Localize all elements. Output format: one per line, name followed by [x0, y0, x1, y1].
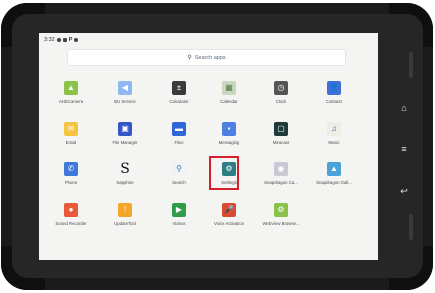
update-tool-icon: !: [118, 203, 132, 217]
app-voice-activation[interactable]: 🎤 Voice Activation: [206, 203, 252, 237]
app-label: WebView Browse...: [262, 221, 300, 226]
app-label: Sapphire: [116, 180, 134, 185]
app-files[interactable]: ▬ Files: [156, 122, 202, 156]
app-clock[interactable]: ◷ Clock: [258, 81, 304, 115]
app-drawer-screen: 3:32 P ⚲ Search apps ▲ AHDCamera ◀ BU Servi…: [39, 33, 378, 260]
email-icon: ✉: [64, 122, 78, 136]
app-contacts[interactable]: 👤 Contacts: [311, 81, 357, 115]
webview-browser-icon: ⚙: [274, 203, 288, 217]
search-placeholder: Search apps: [194, 54, 226, 61]
messaging-icon: ▪: [222, 122, 236, 136]
notification-icon: [62, 37, 67, 42]
app-snapdragon-ca[interactable]: ◉ Snapdragon Ca...: [258, 162, 304, 196]
app-calendar[interactable]: ▦ Calendar: [206, 81, 252, 115]
menu-nav-icon[interactable]: ≡: [398, 144, 410, 154]
status-time: 3:32: [44, 36, 55, 43]
videos-icon: ▶: [172, 203, 186, 217]
settings-highlight-box: [209, 156, 239, 190]
voice-activation-icon: 🎤: [222, 203, 236, 217]
app-label: Calculator: [169, 99, 189, 104]
search-icon: ⚲: [172, 162, 186, 176]
app-calculator[interactable]: ± Calculator: [156, 81, 202, 115]
phone-icon: ✆: [64, 162, 78, 176]
app-videos[interactable]: ▶ Videos: [156, 203, 202, 237]
clock-icon: ◷: [274, 81, 288, 95]
status-bar: 3:32 P: [44, 35, 79, 44]
app-miracast[interactable]: ▢ Miracast: [258, 122, 304, 156]
side-rail: [409, 214, 413, 240]
app-label: Contacts: [325, 99, 343, 104]
app-snapdragon-gall[interactable]: ▲ Snapdragon Gall...: [311, 162, 357, 196]
music-icon: ♫: [327, 122, 341, 136]
app-label: AHDCamera: [58, 99, 84, 104]
android-icon: ▲: [64, 81, 78, 95]
app-sapphire[interactable]: S Sapphire: [102, 162, 148, 196]
app-email[interactable]: ✉ Email: [48, 122, 94, 156]
settings-status-icon: [74, 37, 79, 42]
app-label: Snapdragon Gall...: [316, 180, 352, 185]
search-apps-bar[interactable]: ⚲ Search apps: [68, 50, 345, 65]
file-manager-icon: ▣: [118, 122, 132, 136]
app-label: Files: [174, 140, 184, 145]
back-nav-icon[interactable]: ↩: [398, 186, 410, 197]
app-label: Calendar: [220, 99, 238, 104]
app-label: Clock: [275, 99, 287, 104]
parking-icon: P: [68, 36, 73, 43]
app-label: Sound Recorder: [55, 221, 87, 226]
app-label: Phone: [64, 180, 78, 185]
app-label: Voice Activation: [213, 221, 245, 226]
app-label: Miracast: [272, 140, 290, 145]
search-icon: ⚲: [187, 55, 192, 61]
calendar-icon: ▦: [222, 81, 236, 95]
app-label: BU Service: [114, 99, 136, 104]
app-label: Search: [172, 180, 186, 185]
camera-icon: ◉: [274, 162, 288, 176]
app-label: UpdateTool: [114, 221, 136, 226]
sapphire-icon: S: [120, 161, 130, 177]
app-messaging[interactable]: ▪ Messaging: [206, 122, 252, 156]
app-label: Messaging: [218, 140, 240, 145]
app-webview-browse[interactable]: ⚙ WebView Browse...: [258, 203, 304, 237]
calculator-icon: ±: [172, 81, 186, 95]
side-rail: [409, 52, 413, 78]
app-label: Email: [65, 140, 77, 145]
gallery-icon: ▲: [327, 162, 341, 176]
app-label: Videos: [172, 221, 186, 226]
send-icon: ◀: [118, 81, 132, 95]
app-label: File Manager: [112, 140, 138, 145]
miracast-icon: ▢: [274, 122, 288, 136]
app-phone[interactable]: ✆ Phone: [48, 162, 94, 196]
app-updatetool[interactable]: ! UpdateTool: [102, 203, 148, 237]
notification-icon: [56, 37, 61, 42]
app-music[interactable]: ♫ Music: [311, 122, 357, 156]
app-ahdcamera[interactable]: ▲ AHDCamera: [48, 81, 94, 115]
app-search[interactable]: ⚲ Search: [156, 162, 202, 196]
app-sound-recorder[interactable]: ● Sound Recorder: [48, 203, 94, 237]
sound-recorder-icon: ●: [64, 203, 78, 217]
app-label: Snapdragon Ca...: [264, 180, 298, 185]
app-label: Music: [328, 140, 340, 145]
files-icon: ▬: [172, 122, 186, 136]
app-bu-service[interactable]: ◀ BU Service: [102, 81, 148, 115]
app-file-manager[interactable]: ▣ File Manager: [102, 122, 148, 156]
contacts-icon: 👤: [327, 81, 341, 95]
home-nav-icon[interactable]: ⌂: [398, 103, 410, 113]
